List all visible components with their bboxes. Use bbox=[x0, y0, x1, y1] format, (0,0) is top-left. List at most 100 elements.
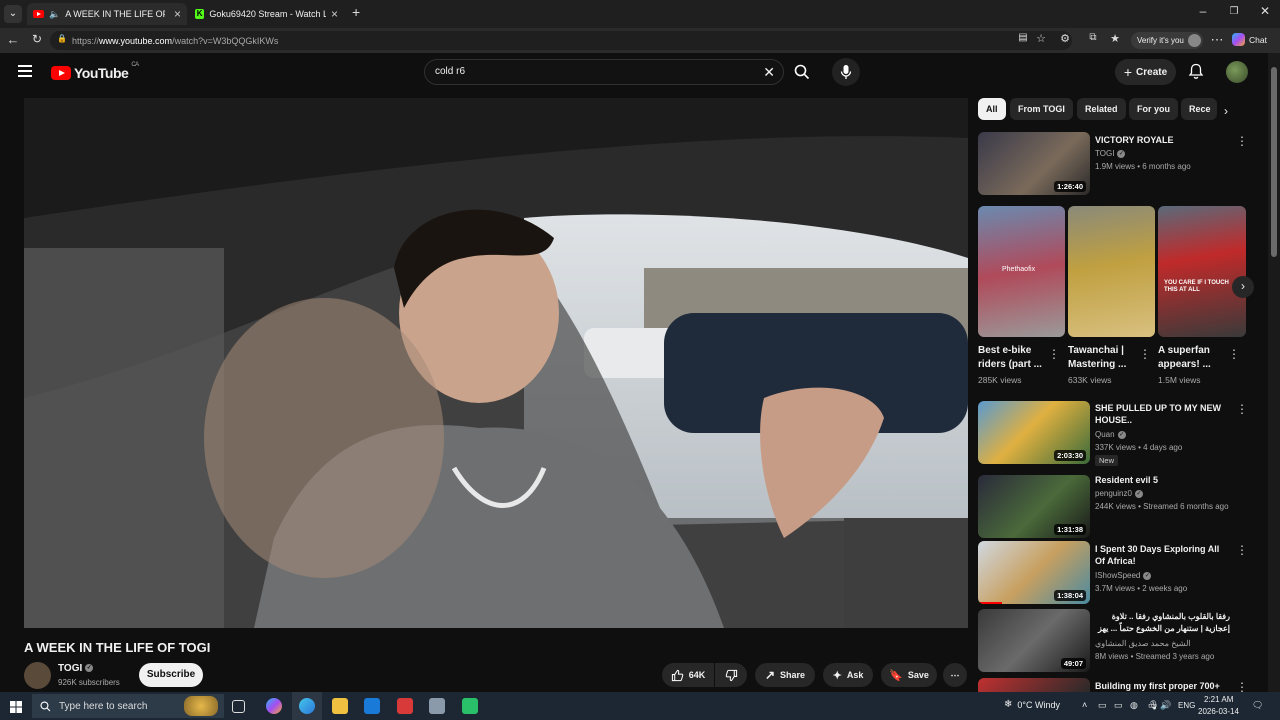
search-input[interactable]: cold r6 ✕ bbox=[424, 59, 784, 85]
hamburger-menu-icon[interactable] bbox=[18, 65, 32, 77]
new-tab-button[interactable]: + bbox=[352, 4, 360, 20]
favorite-star-icon[interactable]: ☆ bbox=[1032, 32, 1050, 45]
taskbar-search-input[interactable]: Type here to search bbox=[32, 694, 224, 718]
tab-list-button[interactable]: ⌄ bbox=[4, 5, 22, 23]
clock-time[interactable]: 2:21 AM bbox=[1204, 695, 1233, 704]
channel-name[interactable]: الشيخ محمد صديق المنشاوي bbox=[1095, 639, 1191, 648]
youtube-logo[interactable]: YouTube CA bbox=[51, 62, 139, 81]
close-window-icon[interactable]: ✕ bbox=[1250, 4, 1280, 18]
video-title-link[interactable]: رفقا بالقلوب بالمنشاوي رفقا .. تلاوة إعج… bbox=[1095, 611, 1230, 635]
volume-icon[interactable]: 🔊 bbox=[1160, 700, 1171, 711]
video-thumbnail[interactable]: 1:38:04 bbox=[978, 541, 1090, 604]
video-title-link[interactable]: SHE PULLED UP TO MY NEW HOUSE.. bbox=[1095, 402, 1230, 426]
video-thumbnail[interactable]: 49:07 bbox=[978, 609, 1090, 672]
verify-profile-button[interactable]: Verify it's you bbox=[1131, 32, 1203, 49]
notifications-button[interactable] bbox=[1188, 63, 1204, 85]
scrollbar-thumb[interactable] bbox=[1271, 67, 1277, 257]
create-button[interactable]: + Create bbox=[1115, 59, 1176, 85]
short-thumbnail[interactable] bbox=[1068, 206, 1155, 337]
tab-kick[interactable]: K Goku69420 Stream - Watch Live o × bbox=[189, 3, 344, 25]
shorts-next-button[interactable]: › bbox=[1232, 276, 1254, 298]
like-button[interactable]: 64K bbox=[662, 663, 714, 687]
video-title-link[interactable]: Resident evil 5 bbox=[1095, 474, 1230, 486]
chip-from-channel[interactable]: From TOGI bbox=[1010, 98, 1073, 120]
tray-app-icon[interactable]: ▭ bbox=[1114, 700, 1123, 711]
page-scrollbar[interactable] bbox=[1268, 53, 1280, 692]
video-menu-icon[interactable]: ⋮ bbox=[1236, 134, 1248, 148]
mail-icon[interactable] bbox=[364, 698, 380, 714]
copilot-icon[interactable] bbox=[266, 698, 282, 714]
speaker-icon[interactable]: 🔈 bbox=[49, 9, 60, 20]
short-menu-icon[interactable]: ⋮ bbox=[1228, 347, 1240, 361]
search-button[interactable] bbox=[786, 59, 818, 85]
video-menu-icon[interactable]: ⋮ bbox=[1236, 402, 1248, 416]
chips-next-chevron-icon[interactable]: › bbox=[1224, 104, 1228, 118]
channel-name[interactable]: penguinz0 ✓ bbox=[1095, 489, 1143, 498]
terminal-app-icon[interactable] bbox=[462, 698, 478, 714]
copilot-chat-button[interactable]: Chat bbox=[1232, 33, 1267, 46]
video-title-link[interactable]: VICTORY ROYALE bbox=[1095, 134, 1230, 146]
short-thumbnail[interactable]: YOU CARE IF I TOUCH THIS AT ALL bbox=[1158, 206, 1246, 337]
clock-date[interactable]: 2026-03-14 bbox=[1198, 707, 1239, 716]
minimize-icon[interactable]: – bbox=[1188, 4, 1218, 18]
ask-button[interactable]: ✦ Ask bbox=[823, 663, 873, 687]
microphone-icon[interactable]: 🎙 bbox=[1148, 700, 1159, 711]
video-title-link[interactable]: I Spent 30 Days Exploring All Of Africa! bbox=[1095, 543, 1230, 567]
tray-app-icon[interactable]: ▭ bbox=[1098, 700, 1107, 711]
channel-name[interactable]: TOGI ✓ bbox=[1095, 149, 1126, 158]
video-player[interactable] bbox=[24, 98, 968, 628]
close-tab-icon[interactable]: × bbox=[331, 7, 338, 21]
channel-avatar[interactable] bbox=[24, 662, 51, 689]
short-thumbnail[interactable]: Phethaofix bbox=[978, 206, 1065, 337]
reader-view-icon[interactable]: ▤ bbox=[1014, 32, 1032, 43]
language-indicator-label[interactable]: ENG bbox=[1178, 701, 1195, 710]
subscribe-button[interactable]: Subscribe bbox=[139, 663, 203, 687]
close-tab-icon[interactable]: × bbox=[174, 7, 181, 21]
channel-name[interactable]: Quan ✓ bbox=[1095, 430, 1126, 439]
save-button[interactable]: 🔖 Save bbox=[881, 663, 937, 687]
back-icon[interactable]: ← bbox=[4, 32, 22, 47]
video-thumbnail[interactable]: 2:03:30 bbox=[978, 401, 1090, 464]
split-screen-icon[interactable]: ⧉ bbox=[1084, 32, 1102, 43]
gift-app-icon[interactable] bbox=[397, 698, 413, 714]
chip-recent[interactable]: Rece bbox=[1181, 98, 1217, 120]
tray-app-icon[interactable]: ◍ bbox=[1130, 700, 1138, 711]
show-hidden-icons-chevron-icon[interactable]: ˄ bbox=[1082, 700, 1087, 710]
reload-icon[interactable]: ↻ bbox=[28, 32, 46, 46]
short-title[interactable]: Tawanchai | Mastering ... bbox=[1068, 344, 1138, 372]
short-menu-icon[interactable]: ⋮ bbox=[1139, 347, 1151, 361]
app-icon[interactable] bbox=[429, 698, 445, 714]
chip-related[interactable]: Related bbox=[1077, 98, 1126, 120]
more-actions-button[interactable]: ⋯ bbox=[943, 663, 967, 687]
share-button[interactable]: ↗ Share bbox=[755, 663, 815, 687]
channel-name[interactable]: IShowSpeed ✓ bbox=[1095, 571, 1152, 580]
restore-icon[interactable]: ❐ bbox=[1219, 6, 1249, 17]
notifications-icon[interactable]: 🗨 bbox=[1252, 700, 1263, 711]
file-explorer-icon[interactable] bbox=[332, 698, 348, 714]
short-title[interactable]: Best e-bike riders (part ... bbox=[978, 344, 1048, 372]
chip-for-you[interactable]: For you bbox=[1129, 98, 1178, 120]
short-title[interactable]: A superfan appears! ... bbox=[1158, 344, 1228, 372]
url-field[interactable]: 🔒 https://www.youtube.com/watch?v=W3bQQG… bbox=[50, 31, 1072, 50]
account-avatar[interactable] bbox=[1226, 61, 1248, 83]
short-menu-icon[interactable]: ⋮ bbox=[1048, 347, 1060, 361]
dislike-button[interactable] bbox=[715, 663, 747, 687]
video-meta: 244K views • Streamed 6 months ago bbox=[1095, 502, 1229, 511]
tab-youtube[interactable]: 🔈 A WEEK IN THE LIFE OF TOGI × bbox=[27, 3, 187, 25]
video-thumbnail[interactable] bbox=[978, 678, 1090, 692]
chip-all[interactable]: All bbox=[978, 98, 1006, 120]
video-thumbnail[interactable]: 1:26:40 bbox=[978, 132, 1090, 195]
video-thumbnail[interactable]: 1:31:38 bbox=[978, 475, 1090, 538]
more-menu-icon[interactable]: ⋯ bbox=[1208, 32, 1226, 48]
weather-widget[interactable]: ❄ 0°C Windy bbox=[1004, 699, 1060, 710]
channel-name[interactable]: TOGI ✓ bbox=[58, 663, 94, 674]
kick-favicon-icon: K bbox=[195, 9, 205, 19]
task-view-icon[interactable] bbox=[232, 700, 245, 713]
video-menu-icon[interactable]: ⋮ bbox=[1236, 543, 1248, 557]
video-title-link[interactable]: Building my first proper 700+ bbox=[1095, 680, 1230, 692]
clear-search-icon[interactable]: ✕ bbox=[763, 60, 775, 84]
voice-search-button[interactable] bbox=[832, 58, 860, 86]
extensions-icon[interactable]: ⚙ bbox=[1056, 32, 1074, 45]
start-button[interactable] bbox=[10, 700, 22, 718]
favorites-icon[interactable]: ★ bbox=[1106, 32, 1124, 45]
